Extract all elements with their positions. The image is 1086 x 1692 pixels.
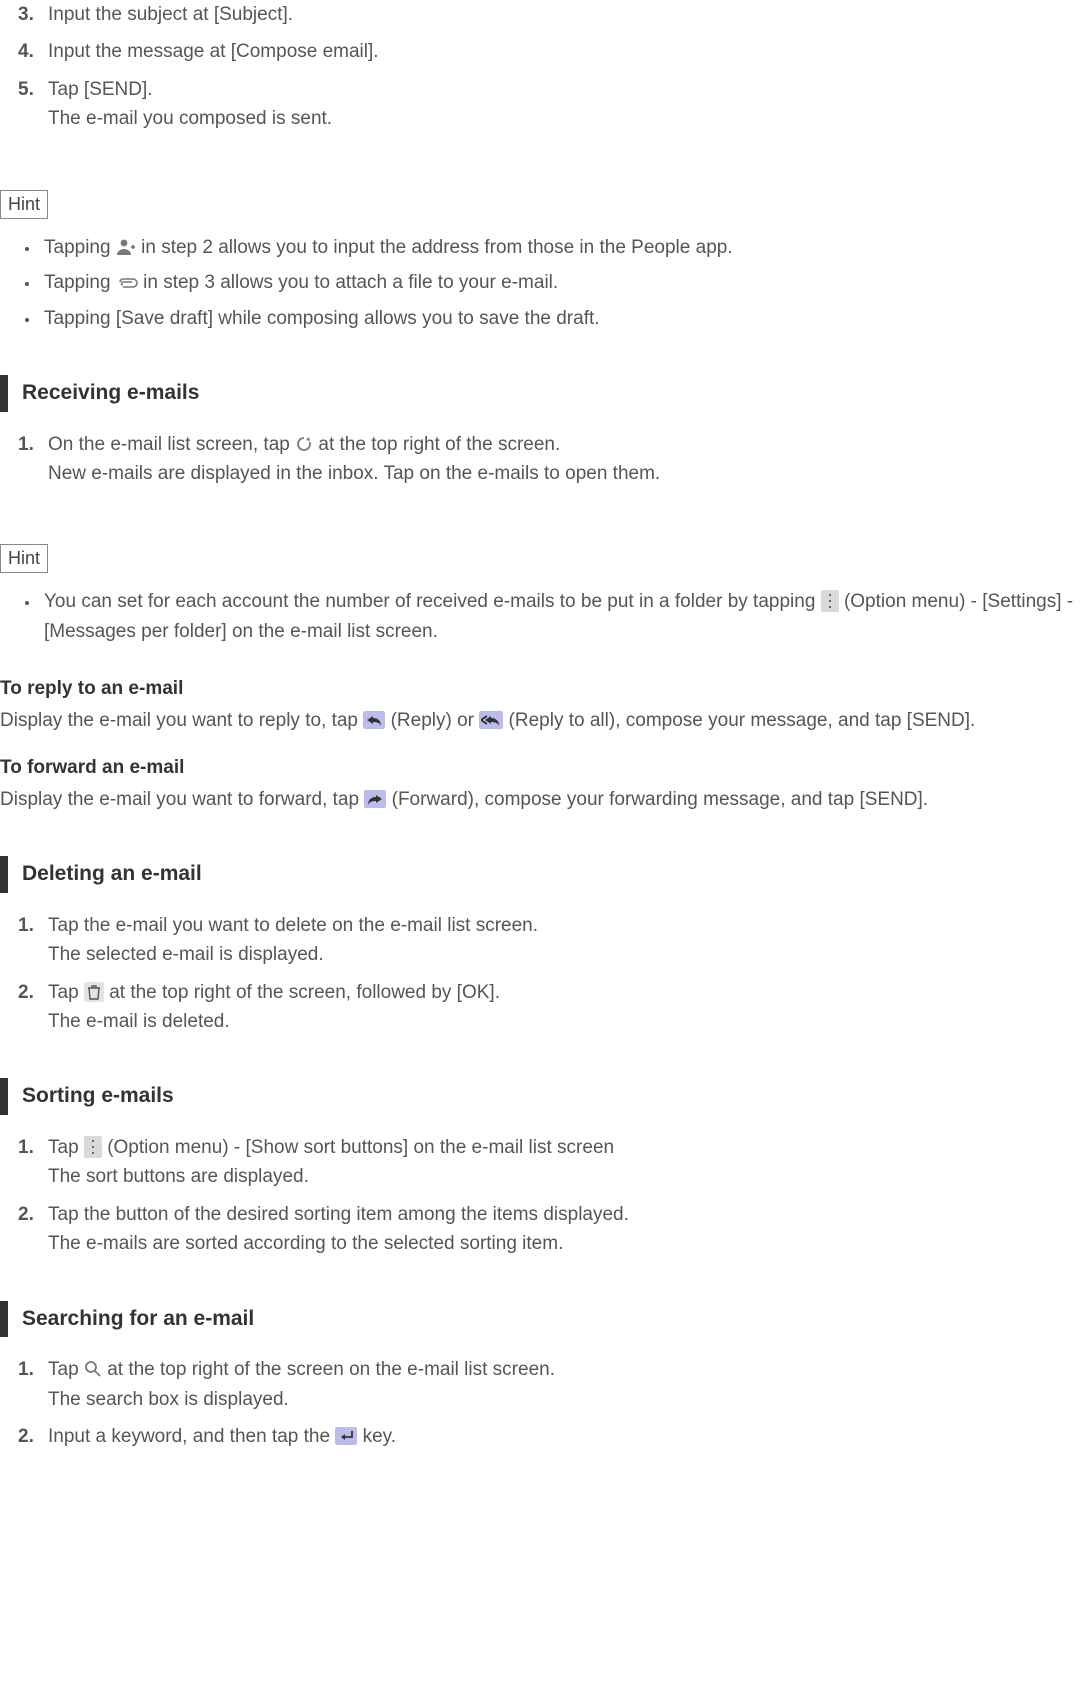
document-body: 3. Input the subject at [Subject]. 4. In… (0, 0, 1086, 1522)
hint-list: Tapping in step 2 allows you to input th… (0, 233, 1086, 333)
list-item: You can set for each account the number … (40, 587, 1086, 646)
text: Display the e-mail you want to reply to,… (0, 710, 363, 731)
step-subtext: The e-mail is deleted. (48, 1007, 1086, 1036)
compose-steps: 3. Input the subject at [Subject]. 4. In… (0, 0, 1086, 134)
searching-steps: 1. Tap at the top right of the screen on… (0, 1355, 1086, 1451)
forward-icon (364, 790, 386, 808)
step-text: Input the message at [Compose email]. (48, 41, 379, 62)
text: You can set for each account the number … (44, 591, 821, 612)
section-title-deleting: Deleting an e-mail (0, 856, 1086, 893)
subheading-forward: To forward an e-mail (0, 753, 1086, 782)
text: at the top right of the screen on the e-… (107, 1359, 555, 1380)
text: On the e-mail list screen, tap (48, 434, 295, 455)
list-item: 4. Input the message at [Compose email]. (0, 37, 1086, 66)
step-number: 2. (18, 1200, 34, 1229)
list-item: 3. Input the subject at [Subject]. (0, 0, 1086, 29)
step-number: 4. (18, 37, 34, 66)
list-item: 2. Input a keyword, and then tap the key… (0, 1422, 1086, 1451)
text: Tapping (44, 237, 116, 258)
text: (Option menu) - [Show sort buttons] on t… (107, 1137, 614, 1158)
text: in step 3 allows you to attach a file to… (143, 272, 558, 293)
list-item: Tapping in step 3 allows you to attach a… (40, 268, 1086, 297)
reply-all-icon (479, 711, 503, 729)
step-text: Tap the e-mail you want to delete on the… (48, 915, 538, 936)
reply-icon (363, 711, 385, 729)
list-item: 2. Tap at the top right of the screen, f… (0, 978, 1086, 1037)
enter-key-icon (335, 1427, 357, 1445)
step-subtext: The e-mail you composed is sent. (48, 104, 1086, 133)
text: Tapping (44, 272, 116, 293)
attach-icon (116, 275, 138, 289)
text: in step 2 allows you to input the addres… (141, 237, 732, 258)
step-number: 1. (18, 1355, 34, 1384)
list-item: 2. Tap the button of the desired sorting… (0, 1200, 1086, 1259)
section-title-sorting: Sorting e-mails (0, 1078, 1086, 1115)
step-subtext: The selected e-mail is displayed. (48, 940, 1086, 969)
step-text: Tap the button of the desired sorting it… (48, 1204, 629, 1225)
list-item: Tapping in step 2 allows you to input th… (40, 233, 1086, 262)
list-item: 5. Tap [SEND]. The e-mail you composed i… (0, 75, 1086, 134)
step-number: 2. (18, 1422, 34, 1451)
step-text: Tap [SEND]. (48, 79, 153, 100)
step-subtext: The search box is displayed. (48, 1385, 1086, 1414)
paragraph: Display the e-mail you want to forward, … (0, 785, 1086, 814)
hint-label: Hint (0, 544, 48, 573)
list-item: Tapping [Save draft] while composing all… (40, 304, 1086, 333)
receiving-steps: 1. On the e-mail list screen, tap at the… (0, 430, 1086, 489)
step-text: On the e-mail list screen, tap at the to… (48, 434, 560, 455)
step-text: Tap at the top right of the screen on th… (48, 1359, 555, 1380)
step-number: 5. (18, 75, 34, 104)
step-text: Tap (Option menu) - [Show sort buttons] … (48, 1137, 614, 1158)
text: (Reply to all), compose your message, an… (509, 710, 976, 731)
list-item: 1. Tap (Option menu) - [Show sort button… (0, 1133, 1086, 1192)
sorting-steps: 1. Tap (Option menu) - [Show sort button… (0, 1133, 1086, 1259)
list-item: 1. On the e-mail list screen, tap at the… (0, 430, 1086, 489)
step-text: Input a keyword, and then tap the key. (48, 1426, 396, 1447)
option-menu-icon (821, 590, 839, 612)
text: at the top right of the screen, followed… (109, 982, 500, 1003)
text: Tap (48, 1137, 84, 1158)
step-text: Tap at the top right of the screen, foll… (48, 982, 500, 1003)
step-subtext: The sort buttons are displayed. (48, 1162, 1086, 1191)
subheading-reply: To reply to an e-mail (0, 674, 1086, 703)
refresh-icon (295, 435, 313, 453)
step-number: 1. (18, 1133, 34, 1162)
step-text: Input the subject at [Subject]. (48, 4, 293, 25)
trash-icon (84, 982, 104, 1002)
hint-list: You can set for each account the number … (0, 587, 1086, 646)
text: (Forward), compose your forwarding messa… (392, 789, 928, 810)
option-menu-icon (84, 1136, 102, 1158)
add-contact-icon (116, 238, 136, 256)
text: Tapping [Save draft] while composing all… (44, 308, 600, 329)
step-number: 3. (18, 0, 34, 29)
text: Tap (48, 982, 84, 1003)
text: Input a keyword, and then tap the (48, 1426, 335, 1447)
section-title-searching: Searching for an e-mail (0, 1301, 1086, 1338)
step-number: 1. (18, 430, 34, 459)
text: (Reply) or (391, 710, 480, 731)
step-number: 2. (18, 978, 34, 1007)
search-icon (84, 1360, 102, 1378)
step-subtext: New e-mails are displayed in the inbox. … (48, 459, 1086, 488)
step-subtext: The e-mails are sorted according to the … (48, 1229, 1086, 1258)
section-title-receiving: Receiving e-mails (0, 375, 1086, 412)
text: Tap (48, 1359, 84, 1380)
list-item: 1. Tap the e-mail you want to delete on … (0, 911, 1086, 970)
deleting-steps: 1. Tap the e-mail you want to delete on … (0, 911, 1086, 1037)
text: at the top right of the screen. (318, 434, 560, 455)
step-number: 1. (18, 911, 34, 940)
paragraph: Display the e-mail you want to reply to,… (0, 706, 1086, 735)
text: key. (363, 1426, 396, 1447)
text: Display the e-mail you want to forward, … (0, 789, 364, 810)
hint-label: Hint (0, 190, 48, 219)
list-item: 1. Tap at the top right of the screen on… (0, 1355, 1086, 1414)
